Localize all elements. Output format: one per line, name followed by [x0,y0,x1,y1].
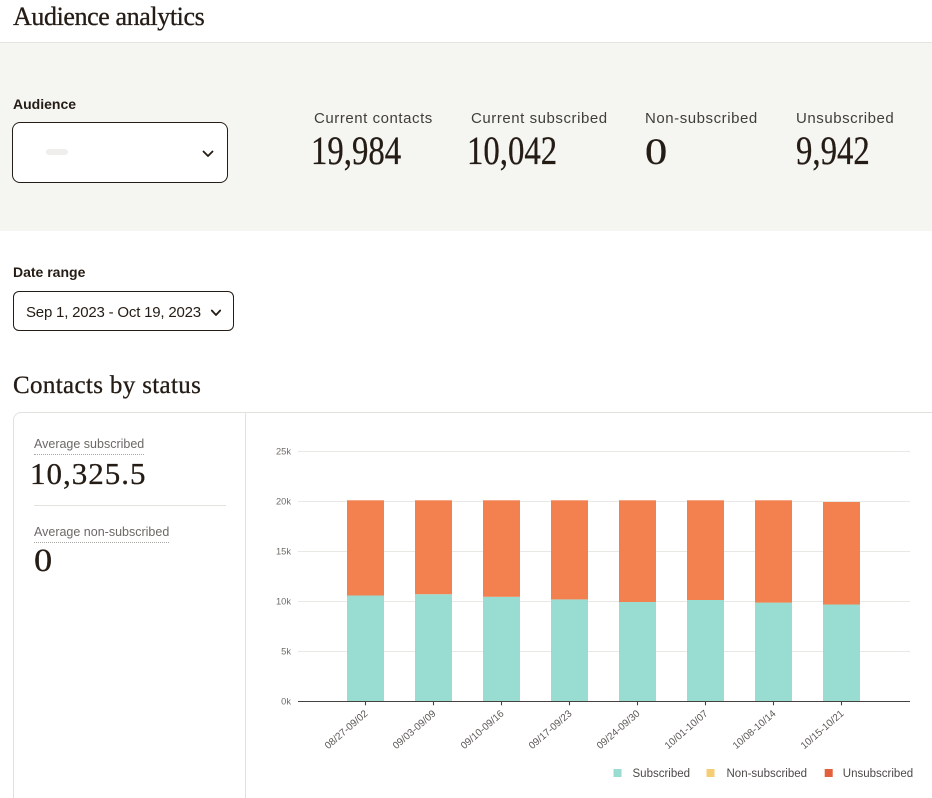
svg-text:10k: 10k [276,597,291,607]
svg-text:09/24-09/30: 09/24-09/30 [595,708,643,752]
svg-text:09/10-09/16: 09/10-09/16 [459,708,507,752]
svg-text:10/01-10/07: 10/01-10/07 [663,708,711,752]
svg-text:25k: 25k [276,447,291,457]
svg-text:09/17-09/23: 09/17-09/23 [527,708,575,752]
svg-text:10/08-10/14: 10/08-10/14 [731,708,779,752]
svg-text:5k: 5k [281,647,291,657]
svg-text:15k: 15k [276,547,291,557]
svg-text:Unsubscribed: Unsubscribed [843,768,913,780]
svg-text:09/03-09/09: 09/03-09/09 [391,708,439,752]
svg-text:10/15-10/21: 10/15-10/21 [799,708,847,752]
svg-text:08/27-09/02: 08/27-09/02 [323,708,371,752]
svg-text:0k: 0k [281,697,291,707]
svg-text:20k: 20k [276,497,291,507]
svg-text:Non-subscribed: Non-subscribed [727,768,808,780]
svg-text:Subscribed: Subscribed [633,768,691,780]
